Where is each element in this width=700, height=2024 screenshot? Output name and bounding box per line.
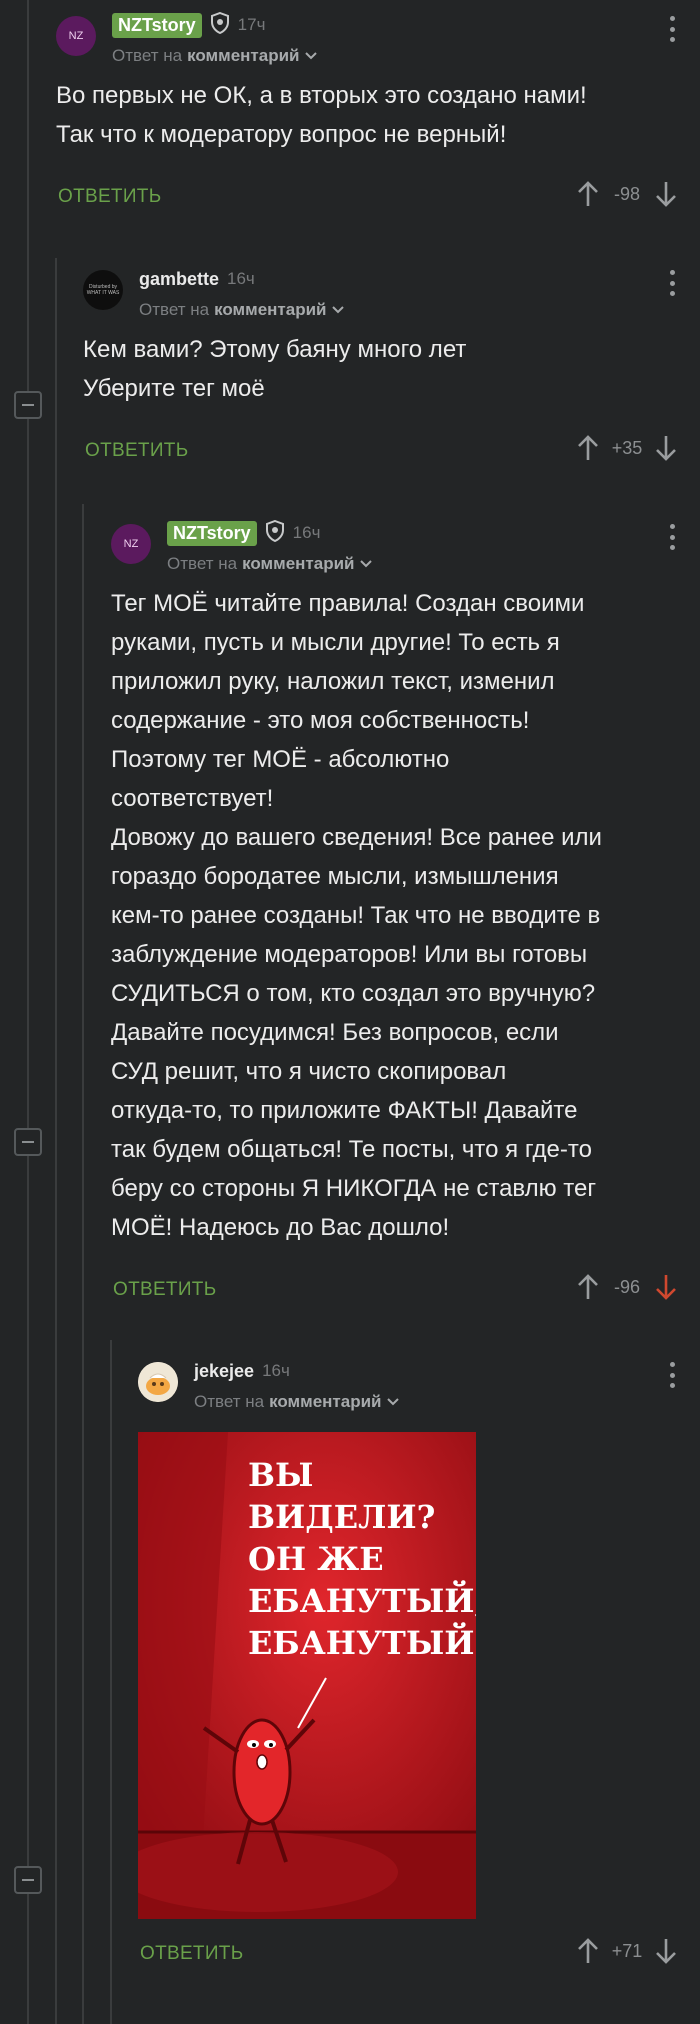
- rating: -98: [613, 183, 640, 204]
- meme-line: ЕБАНУТЫЙ,: [248, 1582, 476, 1620]
- chevron-down-icon: [386, 1392, 400, 1412]
- downvote-icon[interactable]: [654, 434, 678, 462]
- reply-prefix: Ответ на: [167, 554, 238, 573]
- meme-line: ЕБАНУТЫЙ!: [248, 1624, 476, 1662]
- avatar-image: [138, 1362, 178, 1402]
- avatar-text: NZ: [123, 538, 139, 550]
- comment-text: Во первых не ОК, а в вторых это создано …: [56, 82, 587, 148]
- comment-text: Тег МОЁ читайте правила! Создан своими р…: [111, 590, 602, 1241]
- rating: +35: [611, 437, 643, 458]
- author-nick[interactable]: NZTstory: [167, 520, 257, 546]
- more-icon[interactable]: [668, 524, 676, 550]
- comment-time: 16ч: [227, 269, 255, 288]
- more-icon[interactable]: [668, 16, 676, 42]
- more-icon[interactable]: [668, 1362, 676, 1388]
- thread-line: [110, 1340, 112, 2024]
- comment: NZ NZTstory 16ч Ответ на комментарий Тег…: [111, 519, 700, 1313]
- downvote-icon[interactable]: [654, 180, 678, 208]
- upvote-icon[interactable]: [576, 180, 600, 208]
- chevron-down-icon: [359, 554, 373, 574]
- thread-line: [27, 0, 29, 2024]
- comment: Disturbed by WHAT IT WAS gambette 16ч От…: [83, 266, 700, 474]
- reply-prefix: Ответ на: [194, 1392, 265, 1411]
- rating: -96: [613, 1276, 640, 1297]
- chevron-down-icon: [304, 46, 318, 66]
- comment: NZ NZTstory 17ч Ответ на комментарий Во …: [56, 11, 700, 220]
- avatar-text: Disturbed by WHAT IT WAS: [86, 284, 120, 296]
- comment-time: 17ч: [237, 15, 266, 34]
- author-nick[interactable]: NZTstory: [112, 12, 202, 38]
- reply-button[interactable]: ОТВЕТИТЬ: [140, 1943, 243, 1965]
- thread-line: [82, 504, 84, 2024]
- meme-image[interactable]: ВЫ ВИДЕЛИ? ОН ЖЕ ЕБАНУТЫЙ, ЕБАНУТЫЙ!: [138, 1432, 476, 1919]
- comment-header: NZ NZTstory 17ч Ответ на комментарий: [56, 11, 700, 76]
- collapse-thread-button[interactable]: [14, 1866, 42, 1894]
- avatar[interactable]: [138, 1362, 178, 1402]
- collapse-thread-button[interactable]: [14, 1128, 42, 1156]
- reply-target[interactable]: комментарий: [214, 300, 326, 320]
- comment: jekejee 16ч Ответ на комментарий ВЫ ВИДЕ…: [138, 1358, 700, 1977]
- reply-to[interactable]: Ответ на комментарий: [112, 46, 318, 66]
- comment-time: 16ч: [262, 1361, 290, 1380]
- comment-header: Disturbed by WHAT IT WAS gambette 16ч От…: [83, 266, 700, 330]
- reply-target[interactable]: комментарий: [187, 46, 299, 66]
- reply-prefix: Ответ на: [112, 46, 183, 65]
- comment-text: Кем вами? Этому баяну много лет Уберите …: [83, 336, 467, 402]
- reply-to[interactable]: Ответ на комментарий: [139, 300, 345, 320]
- shield-icon: [265, 519, 285, 547]
- meme-line: ОН ЖЕ: [248, 1540, 384, 1578]
- shield-icon: [210, 11, 230, 39]
- comment-time: 16ч: [292, 523, 321, 542]
- downvote-icon[interactable]: [654, 1273, 678, 1301]
- meme-line: ВЫ: [248, 1456, 314, 1494]
- meme-line: ВИДЕЛИ?: [248, 1498, 436, 1536]
- reply-prefix: Ответ на: [139, 300, 210, 319]
- comment-header: NZ NZTstory 16ч Ответ на комментарий: [111, 519, 700, 584]
- rating: +71: [611, 1940, 643, 1961]
- author-nick[interactable]: jekejee: [194, 1361, 254, 1382]
- avatar-text: NZ: [68, 30, 84, 42]
- author-nick[interactable]: gambette: [139, 269, 219, 290]
- meme-caption: ВЫ ВИДЕЛИ? ОН ЖЕ ЕБАНУТЫЙ, ЕБАНУТЫЙ!: [248, 1454, 476, 1664]
- reply-target[interactable]: комментарий: [242, 554, 354, 574]
- reply-button[interactable]: ОТВЕТИТЬ: [113, 1279, 216, 1301]
- collapse-thread-button[interactable]: [14, 391, 42, 419]
- avatar[interactable]: NZ: [56, 16, 96, 56]
- upvote-icon[interactable]: [576, 1937, 600, 1965]
- more-icon[interactable]: [668, 270, 676, 296]
- reply-to[interactable]: Ответ на комментарий: [194, 1392, 400, 1412]
- thread-line: [55, 258, 57, 2024]
- chevron-down-icon: [331, 300, 345, 320]
- upvote-icon[interactable]: [576, 1273, 600, 1301]
- reply-button[interactable]: ОТВЕТИТЬ: [58, 186, 161, 208]
- upvote-icon[interactable]: [576, 434, 600, 462]
- downvote-icon[interactable]: [654, 1937, 678, 1965]
- reply-button[interactable]: ОТВЕТИТЬ: [85, 440, 188, 462]
- reply-target[interactable]: комментарий: [269, 1392, 381, 1412]
- comment-header: jekejee 16ч Ответ на комментарий: [138, 1358, 700, 1422]
- reply-to[interactable]: Ответ на комментарий: [167, 554, 373, 574]
- avatar[interactable]: Disturbed by WHAT IT WAS: [83, 270, 123, 310]
- avatar[interactable]: NZ: [111, 524, 151, 564]
